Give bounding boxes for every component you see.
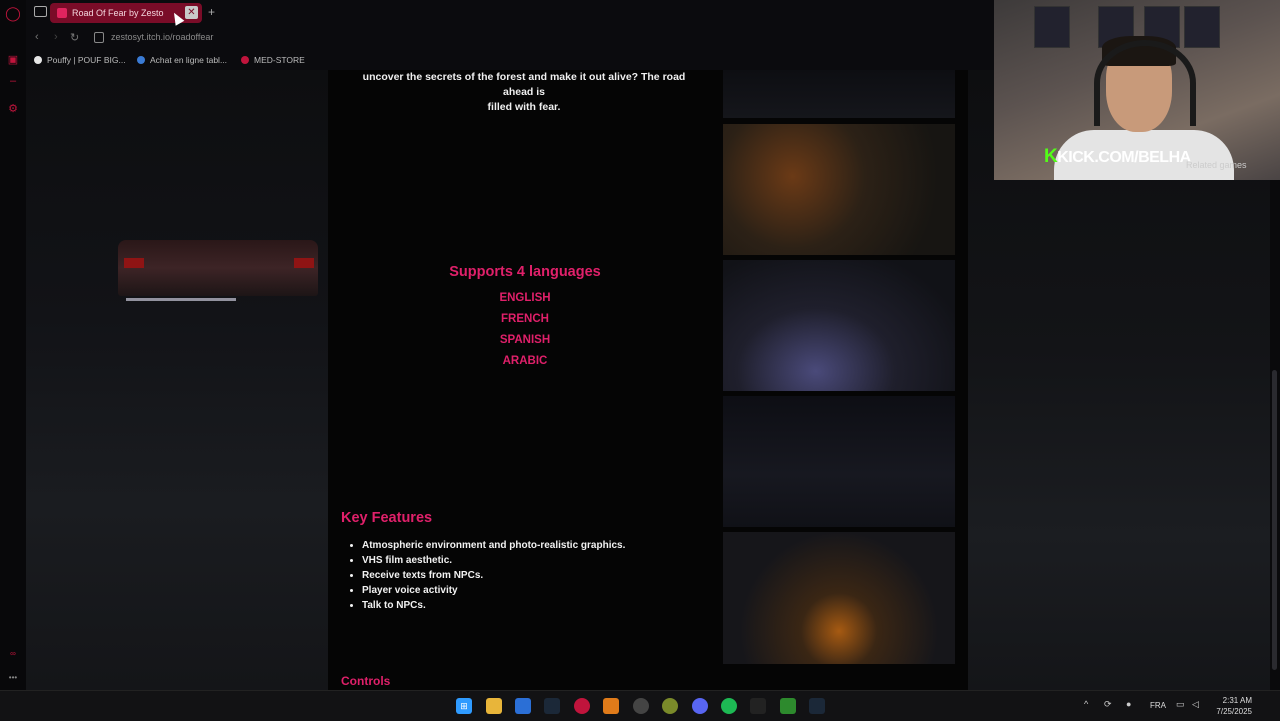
tray-chevron-icon[interactable]: ^ — [1084, 699, 1088, 709]
languages-heading: Supports 4 languages — [449, 264, 601, 280]
app-icon[interactable] — [633, 698, 649, 714]
store-icon[interactable] — [515, 698, 531, 714]
app-icon[interactable] — [750, 698, 766, 714]
intro-text: uncover the secrets of the forest and ma… — [362, 71, 686, 113]
headset-icon — [1094, 40, 1196, 126]
browser-sidebar: ◯ ▣ – ⚙ ∞ ••• — [0, 0, 27, 690]
app-icon[interactable] — [603, 698, 619, 714]
screenshot-campfire-food[interactable] — [723, 124, 955, 255]
wall-poster — [1034, 6, 1070, 48]
tab-menu-icon[interactable] — [34, 6, 47, 17]
ellipsis-icon[interactable]: ••• — [6, 670, 20, 684]
bookmark-achat[interactable]: Achat en ligne tabl... — [137, 55, 227, 65]
language-item: ARABIC — [502, 355, 548, 367]
key-features-list: Atmospheric environment and photo-realis… — [349, 538, 625, 613]
bookmark-icon — [137, 56, 145, 64]
network-icon[interactable]: ▭ — [1176, 699, 1185, 710]
steam-icon[interactable] — [544, 698, 560, 714]
forward-icon[interactable]: › — [54, 31, 58, 43]
discord-icon[interactable] — [692, 698, 708, 714]
bookmark-icon — [241, 56, 249, 64]
light-streak — [126, 298, 236, 301]
taillight — [294, 258, 314, 268]
minus-icon[interactable]: – — [6, 74, 20, 88]
list-item: Receive texts from NPCs. — [362, 568, 625, 583]
reload-icon[interactable]: ↻ — [70, 31, 79, 44]
list-item: Player voice activity — [362, 583, 625, 598]
input-language[interactable]: FRA — [1150, 701, 1166, 710]
clock[interactable]: 2:31 AM 7/25/2025 — [1210, 695, 1252, 717]
opera-logo-icon[interactable]: ◯ — [5, 5, 21, 21]
settings-icon[interactable]: ⚙ — [6, 101, 20, 115]
new-tab-button[interactable]: + — [208, 5, 215, 19]
sync-icon[interactable]: ⟳ — [1104, 699, 1112, 710]
windows-taskbar: ⊞ ^ ⟳ ● FRA ▭ ◁ 2:31 AM 7/25/2025 — [0, 690, 1280, 721]
taillight — [124, 258, 144, 268]
screenshot-camp-chairs[interactable] — [723, 260, 955, 391]
more-icon[interactable]: ∞ — [6, 646, 20, 660]
spotify-icon[interactable] — [721, 698, 737, 714]
wall-poster — [1184, 6, 1220, 48]
language-item: ENGLISH — [499, 292, 551, 304]
key-features-heading: Key Features — [341, 510, 433, 526]
bookmark-icon — [34, 56, 42, 64]
car-image — [118, 240, 318, 296]
list-item: VHS film aesthetic. — [362, 553, 625, 568]
list-item: Atmospheric environment and photo-realis… — [362, 538, 625, 553]
screenshot-1[interactable] — [723, 70, 955, 118]
screenshot-night-forest[interactable] — [723, 396, 955, 527]
bookmark-pouffy[interactable]: Pouffy | POUF BIG... — [34, 55, 126, 65]
tab-close-icon[interactable]: ✕ — [185, 6, 198, 19]
related-games-link[interactable]: Related games — [1186, 160, 1247, 170]
steam-icon[interactable] — [809, 698, 825, 714]
language-item: SPANISH — [499, 334, 551, 346]
app-icon[interactable] — [662, 698, 678, 714]
scrollbar-thumb[interactable] — [1272, 370, 1277, 670]
itch-favicon-icon — [57, 8, 67, 18]
bag-icon[interactable]: ▣ — [6, 52, 20, 66]
opera-icon[interactable] — [574, 698, 590, 714]
file-explorer-icon[interactable] — [486, 698, 502, 714]
kick-watermark: KKICK.COM/BELHA — [1044, 146, 1191, 167]
kick-app-icon[interactable] — [780, 698, 796, 714]
screenshot-campfire-npcs[interactable] — [723, 532, 955, 664]
microphone-icon[interactable]: ● — [1126, 699, 1131, 709]
list-item: Talk to NPCs. — [362, 598, 625, 613]
volume-icon[interactable]: ◁ — [1192, 699, 1199, 710]
lock-icon — [94, 32, 104, 43]
tab-title: Road Of Fear by Zesto — [72, 8, 164, 18]
windows-start-icon[interactable]: ⊞ — [456, 698, 472, 714]
language-item: FRENCH — [501, 313, 549, 325]
bookmark-med-store[interactable]: MED-STORE — [241, 55, 305, 65]
url-field[interactable]: zestosyt.itch.io/roadoffear — [111, 32, 213, 42]
game-description: uncover the secrets of the forest and ma… — [328, 70, 968, 690]
back-icon[interactable]: ‹ — [35, 31, 39, 43]
controls-heading: Controls — [341, 674, 391, 688]
background-image-left — [26, 70, 328, 690]
